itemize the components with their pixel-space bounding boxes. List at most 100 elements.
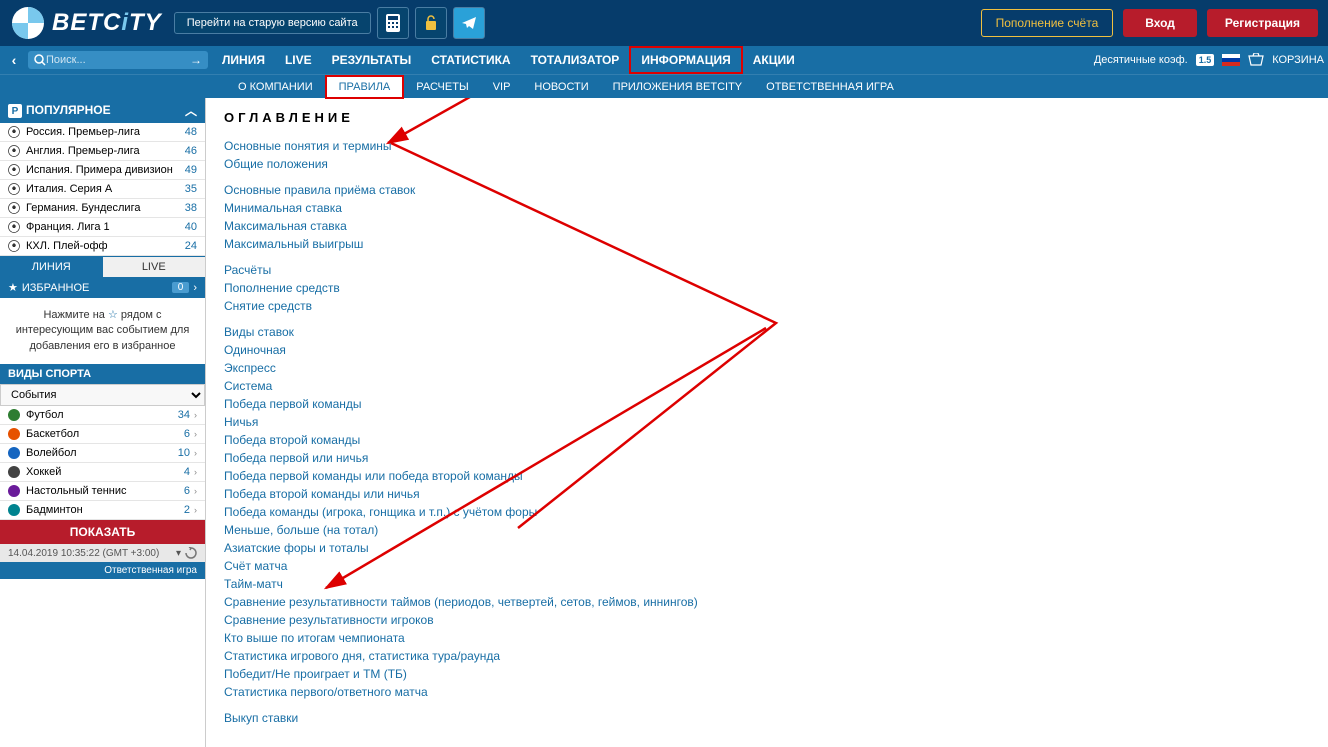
popular-item-count: 35 (185, 183, 197, 195)
nav-item-акции[interactable]: АКЦИИ (743, 46, 805, 74)
login-button[interactable]: Вход (1123, 9, 1197, 37)
tab-line[interactable]: ЛИНИЯ (0, 257, 103, 277)
toc-link[interactable]: Экспресс (224, 359, 1310, 377)
toc-link[interactable]: Виды ставок (224, 323, 1310, 341)
subnav-item-0[interactable]: О КОМПАНИИ (226, 75, 325, 99)
football-icon (8, 126, 20, 138)
favorites-header[interactable]: ★ ИЗБРАННОЕ 0 › (0, 277, 205, 298)
toc-link[interactable]: Расчёты (224, 261, 1310, 279)
nav-item-информация[interactable]: ИНФОРМАЦИЯ (629, 46, 742, 74)
toc-link[interactable]: Статистика игрового дня, статистика тура… (224, 647, 1310, 665)
toc-link[interactable]: Основные правила приёма ставок (224, 181, 1310, 199)
popular-item-label: Германия. Бундеслига (26, 202, 140, 214)
refresh-icon[interactable] (185, 547, 197, 559)
calculator-icon-button[interactable] (377, 7, 409, 39)
sport-row[interactable]: Баскетбол6› (0, 425, 205, 444)
toc-link[interactable]: Кто выше по итогам чемпионата (224, 629, 1310, 647)
toc-link[interactable]: Статистика первого/ответного матча (224, 683, 1310, 701)
search-wrap: → (28, 51, 208, 69)
subnav-item-1[interactable]: ПРАВИЛА (325, 75, 405, 99)
toc-link[interactable]: Победа первой или ничья (224, 449, 1310, 467)
toc-link[interactable]: Выкуп ставки (224, 709, 1310, 727)
popular-item[interactable]: Германия. Бундеслига38 (0, 199, 205, 218)
toc-link[interactable]: Снятие средств (224, 297, 1310, 315)
popular-item-label: Испания. Примера дивизион (26, 164, 173, 176)
popular-item[interactable]: Испания. Примера дивизион49 (0, 161, 205, 180)
sport-row[interactable]: Настольный теннис6› (0, 482, 205, 501)
chevron-down-icon[interactable]: ▾ (176, 548, 181, 559)
subnav-item-5[interactable]: ПРИЛОЖЕНИЯ BETCITY (601, 75, 754, 99)
search-go-icon[interactable]: → (190, 53, 202, 67)
football-icon (8, 202, 20, 214)
toc-link[interactable]: Система (224, 377, 1310, 395)
chevron-right-icon: › (194, 505, 197, 515)
toc-link[interactable]: Победа второй команды или ничья (224, 485, 1310, 503)
sport-row[interactable]: Волейбол10› (0, 444, 205, 463)
coef-format-label[interactable]: Десятичные коэф. (1094, 54, 1188, 66)
subnav-item-4[interactable]: НОВОСТИ (522, 75, 600, 99)
toc-link[interactable]: Счёт матча (224, 557, 1310, 575)
toc-link[interactable]: Максимальная ставка (224, 217, 1310, 235)
football-icon (8, 240, 20, 252)
sport-row[interactable]: Хоккей4› (0, 463, 205, 482)
toc-link[interactable]: Основные понятия и термины (224, 137, 1310, 155)
nav-item-статистика[interactable]: СТАТИСТИКА (421, 46, 520, 74)
toc-link[interactable]: Тайм-матч (224, 575, 1310, 593)
show-button[interactable]: ПОКАЗАТЬ (0, 520, 205, 544)
sport-label: Бадминтон (26, 504, 83, 516)
toc-link[interactable]: Пополнение средств (224, 279, 1310, 297)
toc-link[interactable]: Общие положения (224, 155, 1310, 173)
datetime-row[interactable]: 14.04.2019 10:35:22 (GMT +3:00) ▾ (0, 544, 205, 562)
toc-link[interactable]: Победит/Не проиграет и ТМ (ТБ) (224, 665, 1310, 683)
star-icon: ★ (8, 281, 18, 294)
popular-item[interactable]: Франция. Лига 140 (0, 218, 205, 237)
popular-item[interactable]: Италия. Серия А35 (0, 180, 205, 199)
toc-link[interactable]: Победа первой команды (224, 395, 1310, 413)
search-input[interactable] (46, 54, 190, 66)
toc-link[interactable]: Победа второй команды (224, 431, 1310, 449)
responsible-gaming-link[interactable]: Ответственная игра (0, 562, 205, 579)
flag-ru-icon[interactable] (1222, 54, 1240, 66)
sport-label: Волейбол (26, 447, 77, 459)
subnav-item-2[interactable]: РАСЧЕТЫ (404, 75, 480, 99)
basket-label[interactable]: КОРЗИНА (1272, 54, 1324, 66)
tab-live[interactable]: LIVE (103, 257, 206, 277)
toc-link[interactable]: Азиатские форы и тоталы (224, 539, 1310, 557)
toc-link[interactable]: Максимальный выигрыш (224, 235, 1310, 253)
register-button[interactable]: Регистрация (1207, 9, 1318, 37)
subnav-item-6[interactable]: ОТВЕТСТВЕННАЯ ИГРА (754, 75, 906, 99)
popular-item[interactable]: Россия. Премьер-лига48 (0, 123, 205, 142)
basket-icon[interactable] (1248, 53, 1264, 67)
nav-item-тотализатор[interactable]: ТОТАЛИЗАТОР (521, 46, 630, 74)
nav-item-линия[interactable]: ЛИНИЯ (212, 46, 275, 74)
popular-item[interactable]: Англия. Премьер-лига46 (0, 142, 205, 161)
chevron-right-icon: › (194, 467, 197, 477)
toc-link[interactable]: Победа первой команды или победа второй … (224, 467, 1310, 485)
popular-item[interactable]: КХЛ. Плей-офф24 (0, 237, 205, 256)
logo[interactable]: BETCiTY (10, 5, 162, 41)
toc-link[interactable]: Минимальная ставка (224, 199, 1310, 217)
old-version-button[interactable]: Перейти на старую версию сайта (174, 12, 371, 34)
collapse-icon[interactable]: ︿ (185, 102, 197, 119)
nav-back-button[interactable]: ‹ (4, 52, 24, 68)
toc-link[interactable]: Победа команды (игрока, гонщика и т.п.) … (224, 503, 1310, 521)
popular-item-count: 24 (185, 240, 197, 252)
lock-icon-button[interactable] (415, 7, 447, 39)
nav-item-live[interactable]: LIVE (275, 46, 322, 74)
toc-link[interactable]: Меньше, больше (на тотал) (224, 521, 1310, 539)
toc-link[interactable]: Одиночная (224, 341, 1310, 359)
toc-link[interactable]: Сравнение результативности игроков (224, 611, 1310, 629)
toc-link[interactable]: Сравнение результативности таймов (перио… (224, 593, 1310, 611)
events-select[interactable]: События (0, 384, 205, 406)
logo-text-post: TY (129, 9, 162, 36)
sport-row[interactable]: Футбол34› (0, 406, 205, 425)
toc-link[interactable]: Ничья (224, 413, 1310, 431)
subnav-item-3[interactable]: VIP (481, 75, 523, 99)
balance-button[interactable]: Пополнение счёта (981, 9, 1114, 37)
sport-icon (8, 485, 20, 497)
nav-item-результаты[interactable]: РЕЗУЛЬТАТЫ (322, 46, 422, 74)
sport-row[interactable]: Бадминтон2› (0, 501, 205, 520)
telegram-icon-button[interactable] (453, 7, 485, 39)
sport-count: 6 (184, 485, 190, 497)
popular-header[interactable]: PПОПУЛЯРНОЕ ︿ (0, 98, 205, 123)
